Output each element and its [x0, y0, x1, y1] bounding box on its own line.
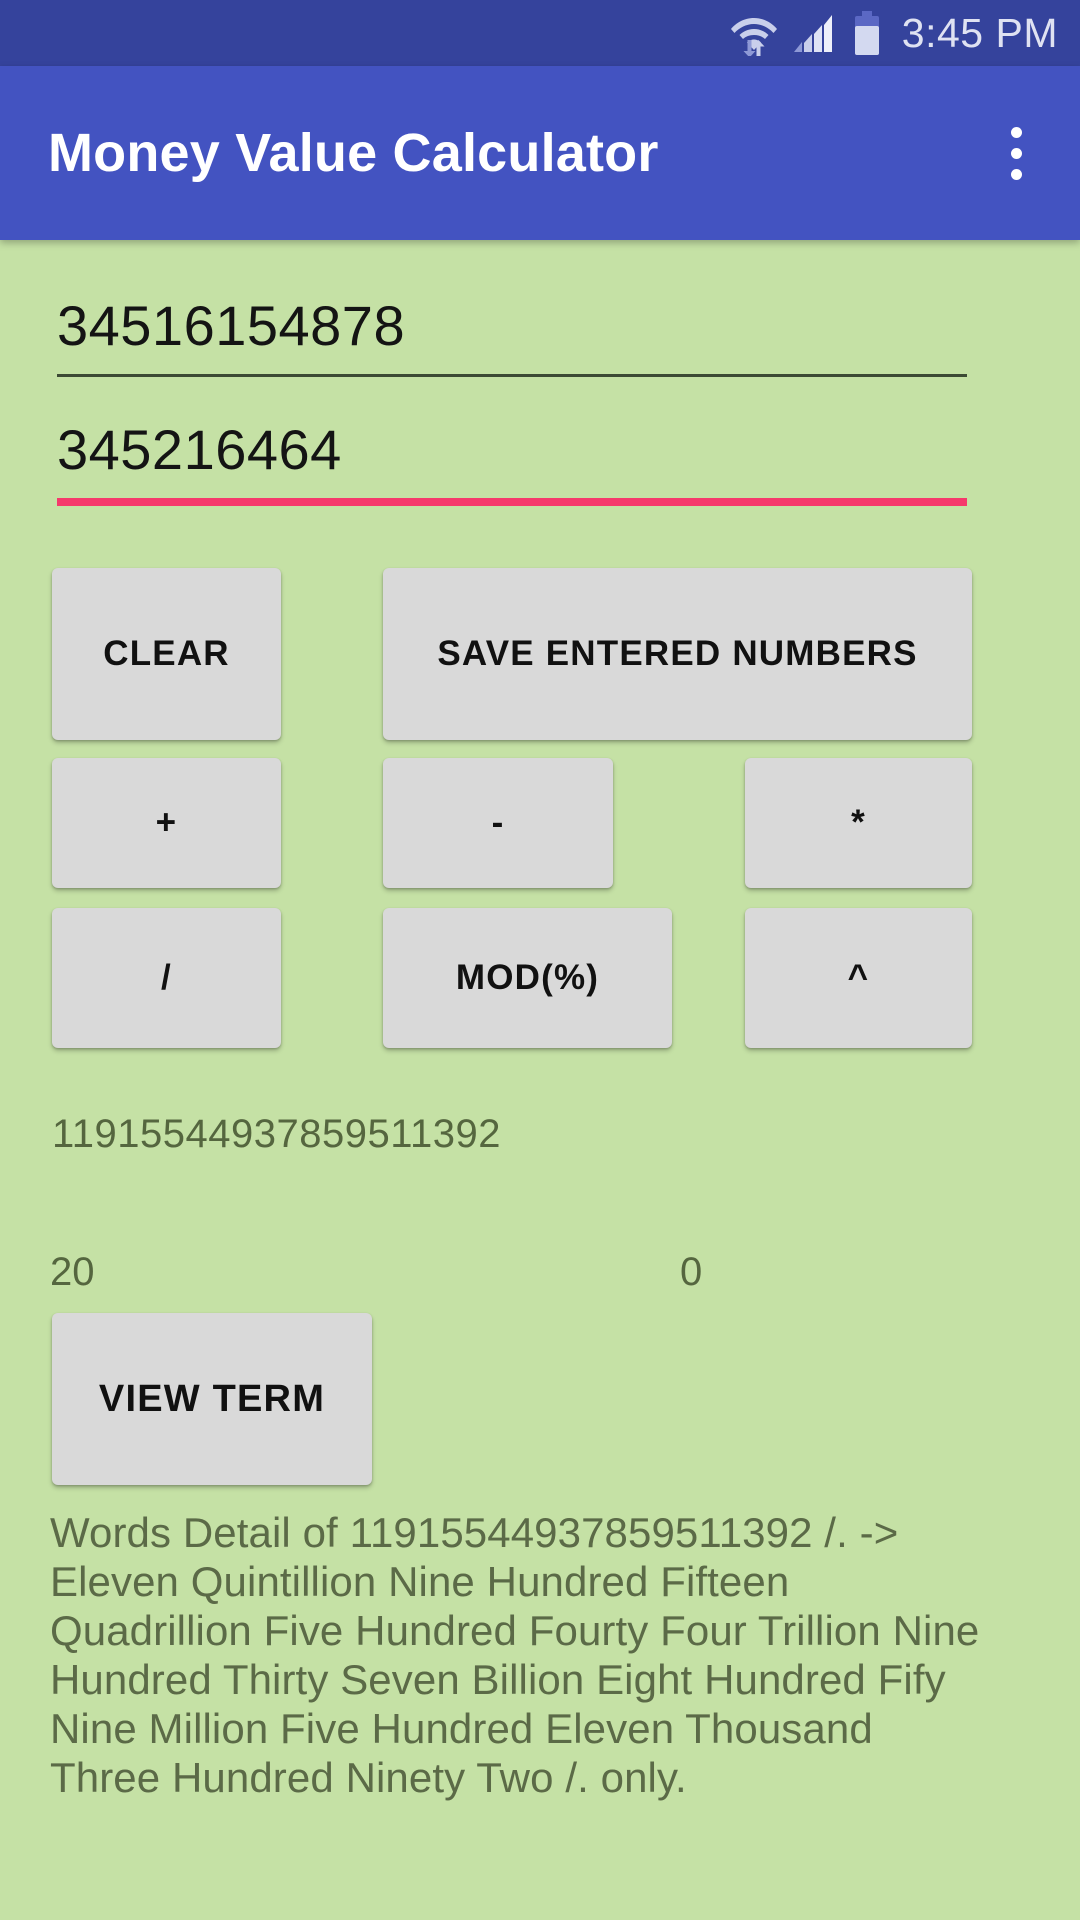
app-bar: Money Value Calculator — [0, 66, 1080, 240]
operator-modulo-button[interactable]: MOD(%) — [383, 908, 672, 1048]
status-bar: 3:45 PM — [0, 0, 1080, 66]
result-value: 11915544937859511392 — [52, 1112, 501, 1156]
words-detail-text: Words Detail of 11915544937859511392 /. … — [50, 1509, 980, 1801]
wifi-data-icon — [730, 10, 778, 56]
first-number-underline — [57, 374, 967, 377]
operator-subtract-button[interactable]: - — [383, 758, 613, 888]
status-time: 3:45 PM — [901, 9, 1058, 56]
clear-button[interactable]: CLEAR — [52, 568, 281, 740]
operator-divide-button[interactable]: / — [52, 908, 281, 1048]
first-number-value[interactable]: 34516154878 — [57, 292, 967, 354]
second-number-field[interactable]: 345216464 — [57, 416, 967, 506]
signal-icon — [792, 12, 838, 54]
operator-multiply-button[interactable]: * — [745, 758, 972, 888]
main-content: 34516154878 345216464 CLEAR SAVE ENTERED… — [0, 240, 1080, 1920]
first-number-field[interactable]: 34516154878 — [57, 292, 967, 377]
overflow-dot-3 — [1010, 168, 1022, 180]
operator-power-button[interactable]: ^ — [745, 908, 972, 1048]
second-number-value[interactable]: 345216464 — [57, 416, 967, 478]
overflow-dot-1 — [1010, 126, 1022, 138]
battery-icon — [852, 10, 882, 56]
decimal-count: 0 — [680, 1250, 703, 1294]
operator-add-button[interactable]: + — [52, 758, 281, 888]
second-number-underline — [57, 498, 967, 506]
overflow-dot-2 — [1010, 147, 1022, 159]
page-title: Money Value Calculator — [48, 123, 659, 183]
view-term-button[interactable]: VIEW TERM — [52, 1313, 372, 1485]
save-entered-numbers-button[interactable]: SAVE ENTERED NUMBERS — [383, 568, 972, 740]
digit-count: 20 — [50, 1250, 95, 1294]
overflow-menu-icon[interactable] — [986, 108, 1046, 198]
